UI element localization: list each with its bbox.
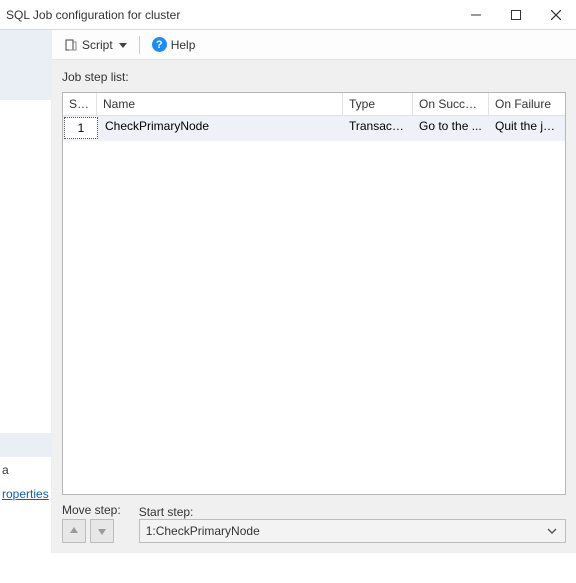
window-title: SQL Job configuration for cluster: [6, 8, 456, 22]
move-down-button[interactable]: [90, 519, 114, 543]
start-step-dropdown[interactable]: 1:CheckPrimaryNode: [139, 519, 566, 543]
content-area: a roperties Script ? Help Job: [0, 30, 576, 553]
titlebar: SQL Job configuration for cluster: [0, 0, 576, 30]
help-label: Help: [171, 38, 196, 52]
sidebar-middle: [0, 100, 51, 433]
job-step-list-label: Job step list:: [62, 70, 566, 84]
help-button[interactable]: ? Help: [148, 35, 200, 54]
chevron-down-icon: [119, 38, 127, 52]
maximize-icon: [511, 10, 521, 20]
toolbar: Script ? Help: [52, 30, 576, 60]
cell-name: CheckPrimaryNode: [99, 116, 343, 140]
col-header-name[interactable]: Name: [97, 93, 343, 115]
chevron-down-icon: [543, 520, 561, 542]
arrow-up-icon: [69, 526, 79, 536]
sidebar: a roperties: [0, 30, 52, 553]
arrow-down-icon: [97, 526, 107, 536]
start-step-value: 1:CheckPrimaryNode: [146, 524, 260, 538]
move-step-label: Move step:: [62, 503, 121, 517]
minimize-icon: [471, 10, 481, 20]
start-step-group: Start step: 1:CheckPrimaryNode: [139, 505, 566, 543]
col-header-success[interactable]: On Success: [413, 93, 489, 115]
script-icon: [64, 38, 78, 52]
col-header-failure[interactable]: On Failure: [489, 93, 565, 115]
job-step-listbox[interactable]: St... Name Type On Success On Failure 1 …: [62, 92, 566, 495]
sidebar-bottom: a roperties: [0, 457, 51, 553]
col-header-type[interactable]: Type: [343, 93, 413, 115]
main-pane: Job step list: St... Name Type On Succes…: [52, 60, 576, 553]
table-row[interactable]: 1 CheckPrimaryNode Transact-... Go to th…: [63, 116, 565, 141]
properties-link[interactable]: roperties: [2, 487, 49, 501]
cell-success: Go to the ...: [413, 116, 489, 140]
move-up-button[interactable]: [62, 519, 86, 543]
list-body: 1 CheckPrimaryNode Transact-... Go to th…: [63, 116, 565, 494]
script-button[interactable]: Script: [60, 36, 131, 54]
sidebar-band: [0, 30, 51, 100]
cell-type: Transact-...: [343, 116, 413, 140]
cell-step: 1: [64, 117, 98, 139]
toolbar-divider: [139, 36, 140, 54]
minimize-button[interactable]: [456, 0, 496, 30]
maximize-button[interactable]: [496, 0, 536, 30]
close-icon: [551, 10, 561, 20]
script-label: Script: [82, 38, 113, 52]
sidebar-band-2: [0, 433, 51, 457]
move-step-group: Move step:: [62, 503, 121, 543]
list-header: St... Name Type On Success On Failure: [63, 93, 565, 116]
cell-failure: Quit the jo...: [489, 116, 565, 140]
close-button[interactable]: [536, 0, 576, 30]
help-icon: ?: [152, 37, 167, 52]
start-step-label: Start step:: [139, 505, 566, 519]
col-header-step[interactable]: St...: [63, 93, 97, 115]
bottom-controls: Move step: Start step: 1:CheckPrimaryNod…: [62, 503, 566, 543]
sidebar-item-a: a: [2, 463, 51, 477]
